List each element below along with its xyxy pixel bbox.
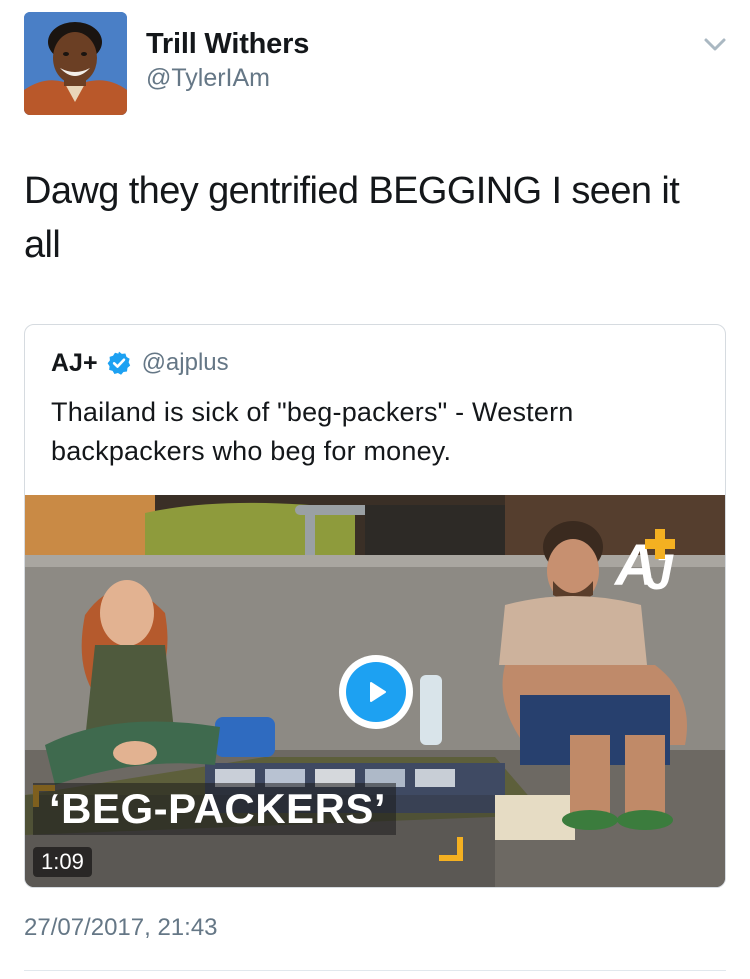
author-handle[interactable]: @TylerIAm (146, 64, 270, 93)
author-display-name[interactable]: Trill Withers (146, 28, 309, 61)
quoted-tweet-header: AJ+ @ajplus (51, 347, 229, 379)
video-caption: ‘BEG-PACKERS’ (33, 783, 397, 835)
divider (24, 970, 726, 971)
quoted-author-handle[interactable]: @ajplus (142, 349, 229, 377)
quoted-author-name[interactable]: AJ+ (51, 349, 98, 378)
tweet-text: Dawg they gentrified BEGGING I seen it a… (24, 170, 680, 266)
aj-plus-logo: A J (611, 525, 691, 610)
quoted-tweet-card[interactable]: AJ+ @ajplus Thailand is sick of "beg-pac… (24, 324, 726, 888)
video-duration-badge: 1:09 (33, 847, 92, 877)
video-caption-text: ‘BEG-PACKERS’ (33, 783, 397, 835)
play-icon (346, 662, 406, 722)
avatar[interactable] (24, 12, 127, 115)
caption-bracket-bottom (439, 837, 463, 861)
verified-badge-icon (106, 350, 132, 376)
tweet-timestamp[interactable]: 27/07/2017, 21:43 (24, 914, 218, 942)
quoted-tweet-text: Thailand is sick of "beg-packers" - West… (51, 397, 574, 466)
chevron-down-icon[interactable] (700, 32, 730, 56)
video-player[interactable]: A J ‘BEG-PACKERS’ 1:09 (25, 495, 725, 887)
play-button[interactable] (339, 655, 413, 729)
